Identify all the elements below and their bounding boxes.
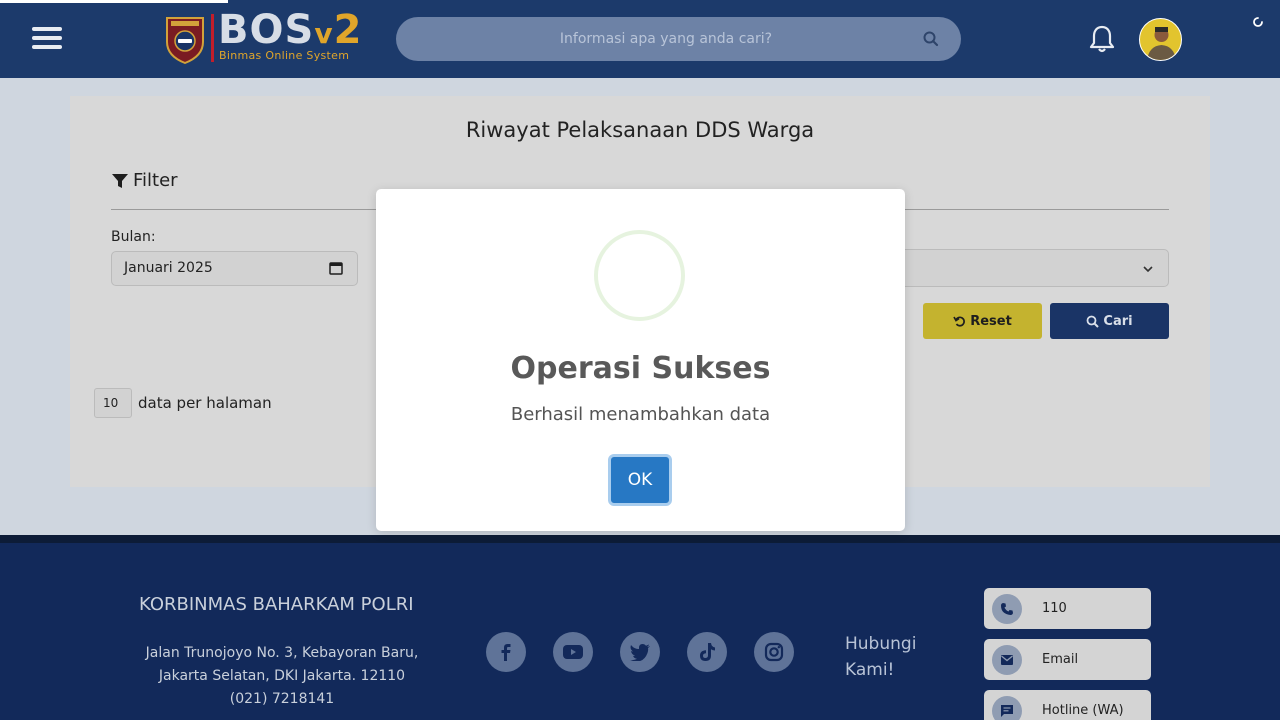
bulan-month-input[interactable]: Januari 2025 [111, 251, 358, 286]
per-page-control: 10 data per halaman [94, 388, 272, 418]
chat-icon [992, 695, 1022, 720]
reset-button[interactable]: Reset [923, 303, 1042, 339]
notification-bell-icon[interactable] [1088, 24, 1116, 54]
contact-phone[interactable]: 110 [984, 588, 1151, 629]
filter-select[interactable] [898, 249, 1169, 287]
contact-email[interactable]: Email [984, 639, 1151, 680]
logo-subtitle: Binmas Online System [219, 49, 350, 62]
user-avatar[interactable] [1139, 18, 1182, 61]
twitter-icon[interactable] [620, 632, 660, 672]
facebook-icon[interactable] [486, 632, 526, 672]
search-icon[interactable] [922, 30, 940, 48]
email-icon [992, 644, 1022, 675]
footer-address: Jalan Trunojoyo No. 3, Kebayoran Baru, J… [145, 645, 419, 707]
filter-header: Filter [111, 170, 178, 191]
bulan-value: Januari 2025 [124, 260, 213, 276]
contact-hotline-wa[interactable]: Hotline (WA) [984, 690, 1151, 720]
filter-label: Filter [133, 170, 178, 191]
search-bar [396, 17, 961, 61]
chevron-down-icon [1143, 266, 1153, 273]
search-icon [1087, 315, 1100, 328]
youtube-icon[interactable] [553, 632, 593, 672]
per-page-select[interactable]: 10 [94, 388, 132, 418]
loading-spinner-icon [1253, 17, 1263, 27]
tiktok-icon[interactable] [687, 632, 727, 672]
page-loading-bar [0, 0, 228, 3]
page-title: Riwayat Pelaksanaan DDS Warga [465, 118, 815, 142]
police-badge-logo [166, 17, 204, 64]
menu-icon[interactable] [32, 27, 62, 51]
success-dialog: Operasi Sukses Berhasil menambahkan data… [376, 189, 905, 531]
calendar-icon[interactable] [329, 261, 343, 275]
filter-icon [112, 173, 128, 188]
per-page-label: data per halaman [138, 394, 272, 412]
footer-org-name: KORBINMAS BAHARKAM POLRI [139, 594, 414, 615]
ok-button[interactable]: OK [608, 454, 672, 506]
success-check-icon [594, 230, 685, 321]
logo-separator [211, 14, 214, 62]
contact-us-label: Hubungi Kami! [845, 634, 917, 680]
search-input[interactable] [416, 17, 916, 61]
phone-icon [992, 593, 1022, 624]
top-navbar: BOSv2 Binmas Online System [0, 0, 1280, 78]
bulan-label: Bulan: [111, 229, 156, 245]
instagram-icon[interactable] [754, 632, 794, 672]
footer-divider [0, 535, 1280, 543]
undo-icon [953, 316, 966, 327]
avatar-portrait-icon [1147, 27, 1176, 60]
dialog-title: Operasi Sukses [510, 351, 771, 386]
dialog-message: Berhasil menambahkan data [510, 404, 771, 425]
footer: KORBINMAS BAHARKAM POLRI Jalan Trunojoyo… [0, 543, 1280, 720]
cari-search-button[interactable]: Cari [1050, 303, 1169, 339]
